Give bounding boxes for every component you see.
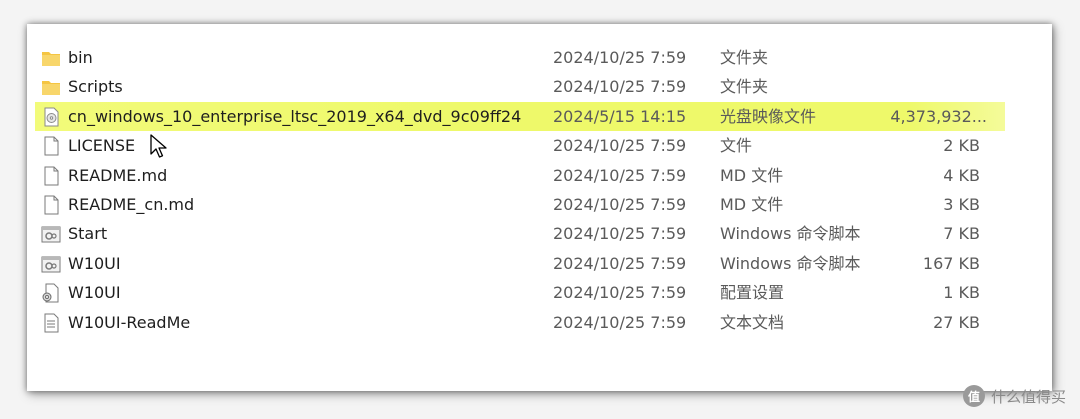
- file-name: cn_windows_10_enterprise_ltsc_2019_x64_d…: [68, 106, 522, 126]
- mouse-cursor-icon: [150, 134, 167, 158]
- file-name: W10UI: [68, 253, 121, 273]
- file-name: W10UI-ReadMe: [68, 312, 191, 332]
- file-size: 2 KB: [943, 136, 980, 156]
- file-type: MD 文件: [720, 165, 784, 185]
- script-icon: [40, 223, 62, 245]
- text-file-icon: [40, 312, 62, 334]
- file-date: 2024/5/15 14:15: [553, 106, 687, 126]
- file-type: 文本文档: [720, 312, 785, 332]
- watermark-text: 什么值得买: [990, 387, 1066, 406]
- file-date: 2024/10/25 7:59: [553, 48, 687, 67]
- file-row-start[interactable]: Start 2024/10/25 7:59 Windows 命令脚本 7 KB: [27, 219, 1052, 248]
- file-type: 文件夹: [720, 77, 769, 97]
- folder-icon: [40, 47, 62, 69]
- disc-image-icon: [40, 106, 62, 128]
- file-row-readme-md[interactable]: README.md 2024/10/25 7:59 MD 文件 4 KB: [27, 161, 1052, 190]
- watermark: 值 什么值得买: [962, 385, 1066, 407]
- file-date: 2024/10/25 7:59: [553, 165, 687, 185]
- file-date: 2024/10/25 7:59: [553, 224, 687, 244]
- file-row-readme-cn-md[interactable]: README_cn.md 2024/10/25 7:59 MD 文件 3 KB: [27, 190, 1052, 219]
- file-name: Scripts: [68, 77, 123, 97]
- file-name: LICENSE: [68, 136, 136, 156]
- file-size: 27 KB: [933, 312, 980, 332]
- file-icon: [40, 135, 62, 157]
- file-size: 1 KB: [943, 283, 980, 303]
- file-name: bin: [68, 48, 93, 67]
- file-row-license[interactable]: LICENSE 2024/10/25 7:59 文件 2 KB: [27, 131, 1052, 160]
- file-type: MD 文件: [720, 194, 784, 214]
- settings-file-icon: [40, 282, 62, 304]
- file-date: 2024/10/25 7:59: [553, 283, 687, 303]
- file-row-bin[interactable]: bin 2024/10/25 7:59 文件夹: [27, 43, 1052, 72]
- file-row-w10ui-script[interactable]: W10UI 2024/10/25 7:59 Windows 命令脚本 167 K…: [27, 249, 1052, 278]
- file-list: bin 2024/10/25 7:59 文件夹 Scripts 2024/10/…: [27, 43, 1052, 337]
- file-type: 配置设置: [720, 283, 785, 303]
- file-type: 文件: [720, 136, 753, 156]
- file-type: Windows 命令脚本: [720, 253, 861, 273]
- folder-icon: [40, 76, 62, 98]
- file-date: 2024/10/25 7:59: [553, 77, 687, 97]
- file-icon: [40, 165, 62, 187]
- file-size: 4,373,932...: [890, 106, 987, 126]
- file-row-w10ui-config[interactable]: W10UI 2024/10/25 7:59 配置设置 1 KB: [27, 278, 1052, 307]
- file-size: 7 KB: [943, 224, 980, 244]
- file-date: 2024/10/25 7:59: [553, 253, 687, 273]
- file-name: Start: [68, 224, 108, 244]
- screenshot-frame: bin 2024/10/25 7:59 文件夹 Scripts 2024/10/…: [0, 0, 1080, 419]
- file-row-scripts[interactable]: Scripts 2024/10/25 7:59 文件夹: [27, 72, 1052, 101]
- file-date: 2024/10/25 7:59: [553, 136, 687, 156]
- file-name: README.md: [68, 165, 168, 185]
- file-date: 2024/10/25 7:59: [553, 194, 687, 214]
- file-size: 3 KB: [943, 194, 980, 214]
- file-name: README_cn.md: [68, 194, 195, 214]
- file-row-iso-highlighted[interactable]: cn_windows_10_enterprise_ltsc_2019_x64_d…: [35, 101, 1005, 132]
- file-type: 光盘映像文件: [720, 106, 817, 126]
- file-icon: [40, 194, 62, 216]
- file-name: W10UI: [68, 283, 121, 303]
- file-type: Windows 命令脚本: [720, 224, 861, 244]
- file-list-panel: bin 2024/10/25 7:59 文件夹 Scripts 2024/10/…: [27, 24, 1052, 391]
- file-size: 167 KB: [922, 253, 980, 273]
- watermark-logo-icon: 值: [962, 385, 985, 407]
- file-row-w10ui-readme[interactable]: W10UI-ReadMe 2024/10/25 7:59 文本文档 27 KB: [27, 308, 1052, 337]
- file-size: 4 KB: [943, 165, 980, 185]
- file-type: 文件夹: [720, 48, 769, 67]
- file-date: 2024/10/25 7:59: [553, 312, 687, 332]
- script-icon: [40, 253, 62, 275]
